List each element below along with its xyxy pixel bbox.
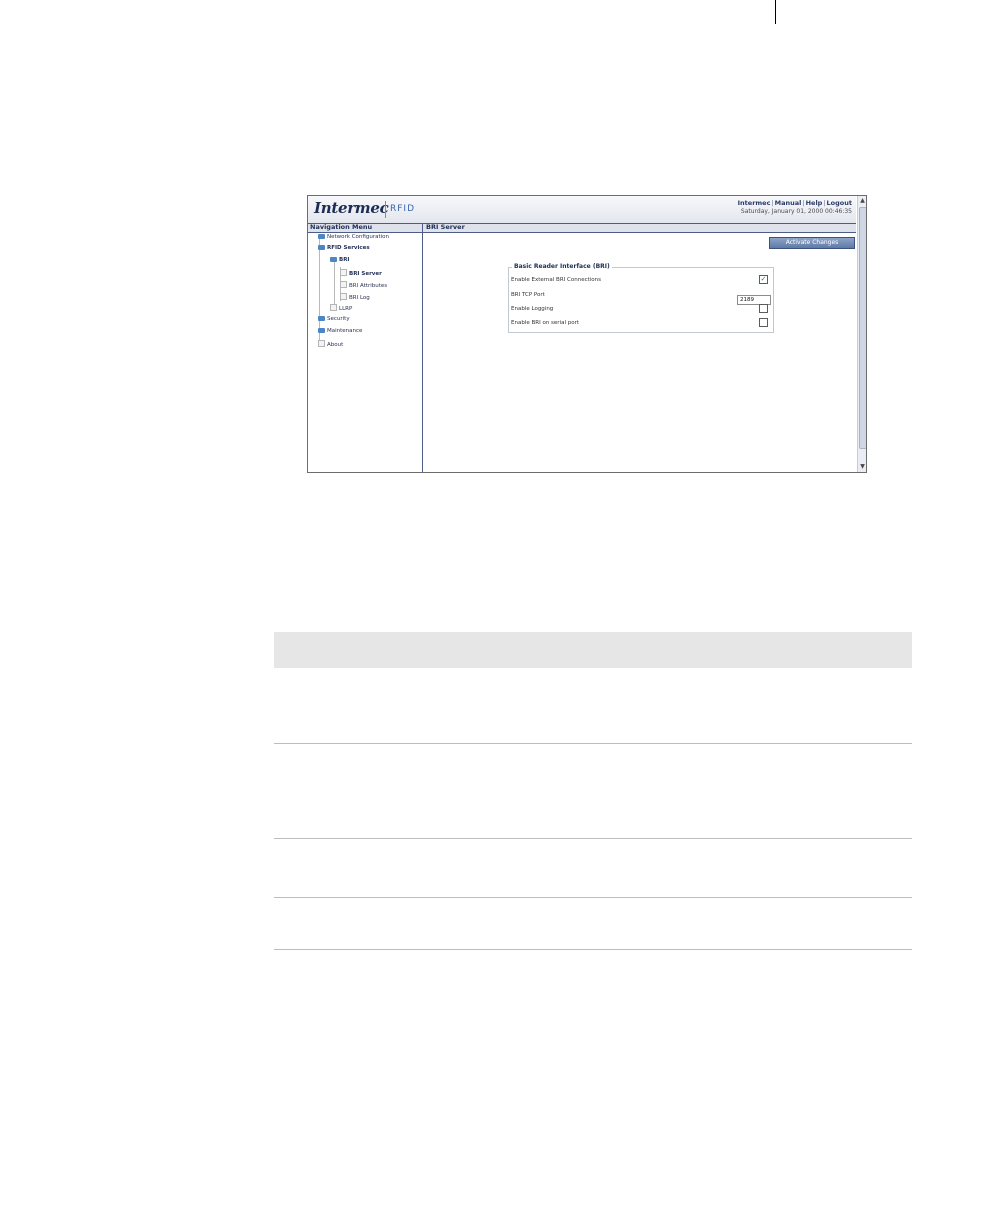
enable-logging-checkbox[interactable] xyxy=(759,304,768,313)
table-row-divider xyxy=(274,949,912,950)
nav-item-bri-server[interactable]: BRI Server xyxy=(340,269,382,277)
scroll-down-icon[interactable]: ▼ xyxy=(858,462,866,471)
nav-item-llrp[interactable]: LLRP xyxy=(330,304,352,312)
page-title: BRI Server xyxy=(426,223,465,231)
nav-item-about[interactable]: About xyxy=(318,340,343,348)
table-row-divider xyxy=(274,897,912,898)
nav-menu-title: Navigation Menu xyxy=(310,223,373,231)
page-icon xyxy=(330,304,337,311)
enable-logging-label: Enable Logging xyxy=(511,306,554,312)
bri-settings-group: Basic Reader Interface (BRI) Enable Exte… xyxy=(508,263,774,333)
page-icon xyxy=(340,281,347,288)
bri-tcp-port-label: BRI TCP Port xyxy=(511,292,545,298)
folder-icon xyxy=(318,245,325,250)
folder-icon xyxy=(330,257,337,262)
bri-group-legend: Basic Reader Interface (BRI) xyxy=(512,263,612,270)
enable-bri-serial-checkbox[interactable] xyxy=(759,318,768,327)
page-icon xyxy=(340,293,347,300)
nav-item-bri-log[interactable]: BRI Log xyxy=(340,293,370,301)
app-header: Intermec RFID Intermec|Manual|Help|Logou… xyxy=(308,196,856,223)
title-bar: Navigation Menu BRI Server xyxy=(308,223,856,233)
nav-item-bri[interactable]: BRI xyxy=(330,257,349,263)
intermec-logo: Intermec xyxy=(314,199,389,217)
enable-bri-serial-label: Enable BRI on serial port xyxy=(511,320,580,326)
link-help[interactable]: Help xyxy=(806,199,823,207)
folder-icon xyxy=(318,234,325,239)
date-time: Saturday, January 01, 2000 00:46:35 xyxy=(740,208,852,215)
nav-item-network-configuration[interactable]: Network Configuration xyxy=(318,234,389,240)
page-icon xyxy=(340,269,347,276)
scroll-thumb[interactable] xyxy=(859,207,866,449)
navigation-tree: Network Configuration RFID Services BRI … xyxy=(308,233,423,472)
enable-external-bri-checkbox[interactable]: ✓ xyxy=(759,275,768,284)
nav-item-maintenance[interactable]: Maintenance xyxy=(318,328,362,334)
main-panel: Activate Changes Basic Reader Interface … xyxy=(424,233,856,472)
table-row-divider xyxy=(274,743,912,744)
link-logout[interactable]: Logout xyxy=(827,199,852,207)
scroll-up-icon[interactable]: ▲ xyxy=(858,196,866,205)
logo-separator xyxy=(385,201,386,218)
enable-external-bri-label: Enable External BRI Connections xyxy=(511,277,602,283)
screenshot-window: Intermec RFID Intermec|Manual|Help|Logou… xyxy=(307,195,867,473)
folder-icon xyxy=(318,328,325,333)
tree-line xyxy=(334,257,335,311)
header-links: Intermec|Manual|Help|Logout xyxy=(737,199,852,207)
title-bar-divider xyxy=(422,224,423,232)
activate-changes-button[interactable]: Activate Changes xyxy=(769,237,855,249)
table-header xyxy=(274,632,912,668)
rfid-logo-text: RFID xyxy=(390,204,416,214)
page-icon xyxy=(318,340,325,347)
link-manual[interactable]: Manual xyxy=(775,199,802,207)
nav-item-bri-attributes[interactable]: BRI Attributes xyxy=(340,281,387,289)
vertical-scrollbar[interactable]: ▲ ▼ xyxy=(857,196,866,472)
page-edge-rule xyxy=(775,0,776,24)
link-intermec[interactable]: Intermec xyxy=(738,199,771,207)
nav-item-rfid-services[interactable]: RFID Services xyxy=(318,245,370,251)
folder-icon xyxy=(318,316,325,321)
table-row-divider xyxy=(274,838,912,839)
checkmark-icon: ✓ xyxy=(760,275,767,283)
nav-item-security[interactable]: Security xyxy=(318,316,350,322)
